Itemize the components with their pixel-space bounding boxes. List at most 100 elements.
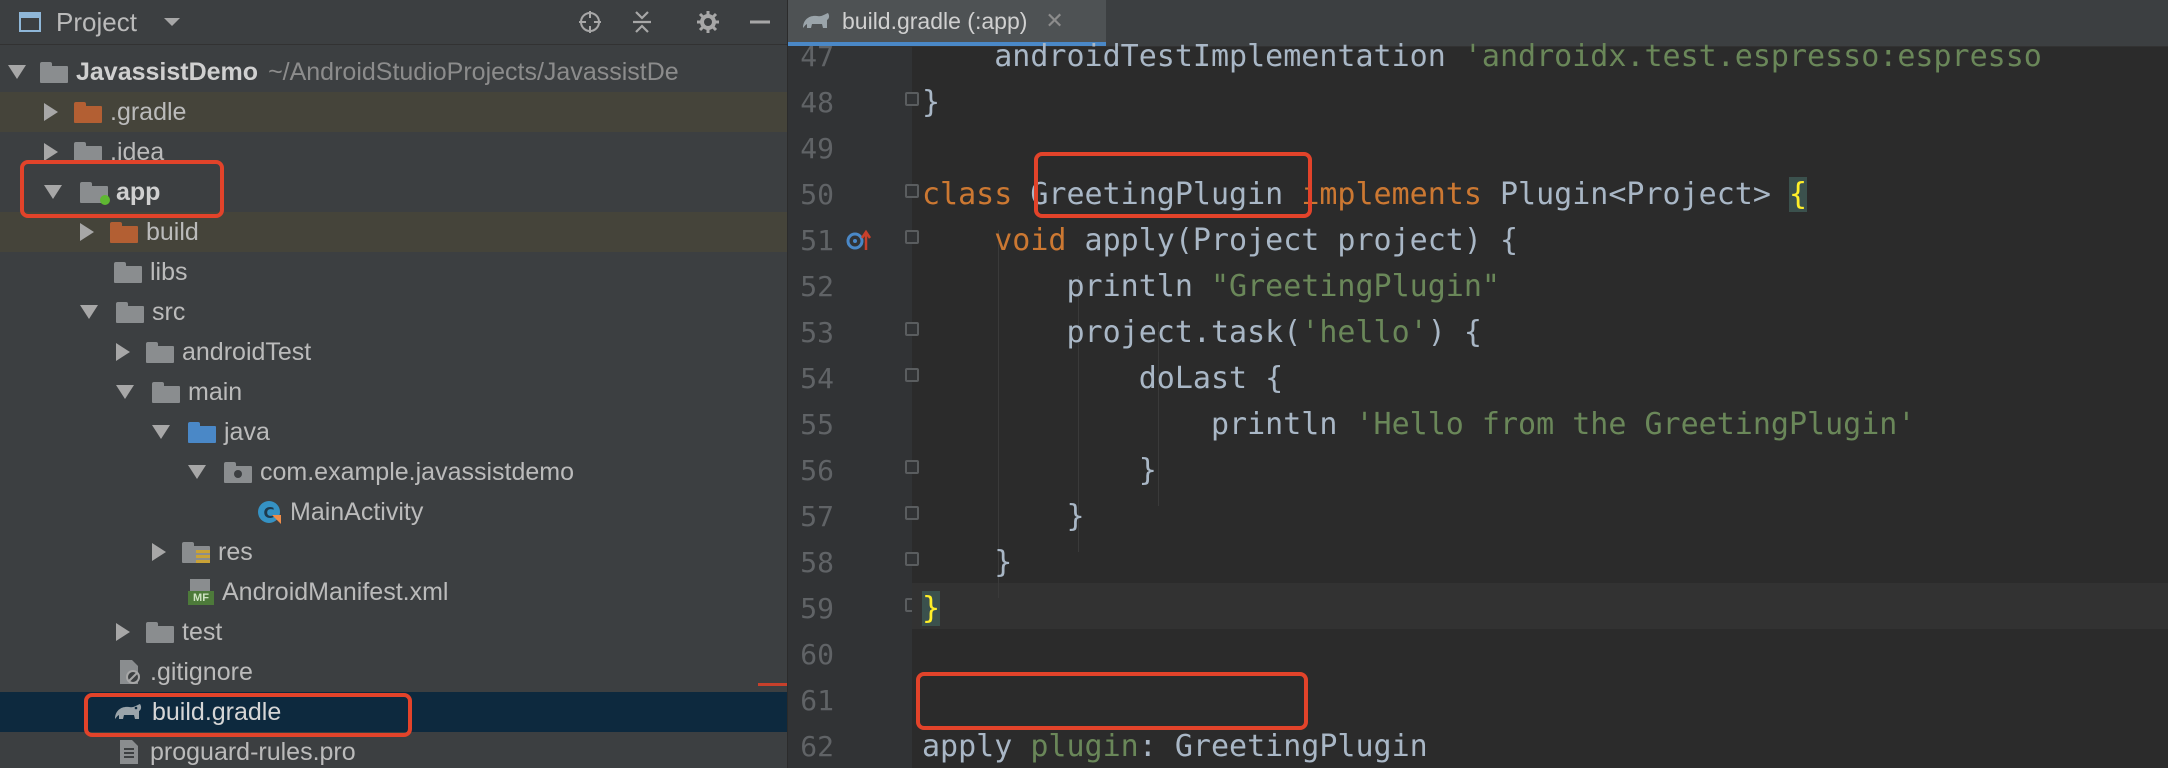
chevron-down-icon[interactable] xyxy=(44,185,62,199)
tree-item-package[interactable]: com.example.javassistdemo xyxy=(0,452,787,492)
ignore-file-icon xyxy=(120,660,140,684)
chevron-right-icon[interactable] xyxy=(116,623,130,641)
tree-item-libs-folder[interactable]: libs xyxy=(0,252,787,292)
code-line-52: println "GreetingPlugin" xyxy=(922,269,1500,304)
code-line-51: void apply(Project project) { xyxy=(922,223,1519,258)
line-number: 58 xyxy=(800,546,834,579)
chevron-right-icon[interactable] xyxy=(44,143,58,161)
kotlin-class-icon: C xyxy=(258,501,281,524)
code-line-59: } xyxy=(922,591,941,626)
line-number: 49 xyxy=(800,132,834,165)
tree-item-label: com.example.javassistdemo xyxy=(260,457,575,486)
minimize-icon[interactable] xyxy=(748,10,772,34)
chevron-right-icon[interactable] xyxy=(116,343,130,361)
tree-item-build-folder[interactable]: build xyxy=(0,212,787,252)
tree-item-label: androidTest xyxy=(182,337,312,366)
tree-item-label: java xyxy=(224,417,270,446)
chevron-right-icon[interactable] xyxy=(152,543,166,561)
chevron-right-icon[interactable] xyxy=(44,103,58,121)
chevron-down-icon[interactable] xyxy=(162,14,182,30)
tree-item-androidmanifest[interactable]: MF AndroidManifest.xml xyxy=(0,572,787,612)
tree-item-label: proguard-rules.pro xyxy=(150,737,356,766)
folder-icon xyxy=(152,381,180,403)
folder-icon xyxy=(116,301,144,323)
manifest-badge: MF xyxy=(188,591,214,605)
line-number: 47 xyxy=(800,40,834,73)
tree-item-res-folder[interactable]: res xyxy=(0,532,787,572)
folder-icon xyxy=(146,621,174,643)
code-line-48: } xyxy=(922,85,941,120)
tree-item-label: MainActivity xyxy=(290,497,424,526)
tree-item-test-folder[interactable]: test xyxy=(0,612,787,652)
line-number: 59 xyxy=(800,592,834,625)
tree-item-label: main xyxy=(188,377,243,406)
override-gutter-icon[interactable] xyxy=(846,228,874,254)
tree-item-build-gradle[interactable]: build.gradle xyxy=(0,692,787,732)
code-line-61: apply plugin: GreetingPlugin xyxy=(922,729,1428,764)
code-line-50: class GreetingPlugin implements Plugin<P… xyxy=(922,177,1808,212)
code-line-53: project.task('hello') { xyxy=(922,315,1482,350)
code-line-58: } xyxy=(922,545,1013,580)
collapse-all-icon[interactable] xyxy=(630,10,654,34)
tree-item-src-folder[interactable]: src xyxy=(0,292,787,332)
line-number-gutter: 47 48 49 50 51 52 53 54 55 56 57 58 59 6… xyxy=(788,40,919,768)
line-number: 48 xyxy=(800,86,834,119)
error-stripe-marker xyxy=(758,683,787,686)
code-line-56: } xyxy=(922,453,1157,488)
tree-item-java-folder[interactable]: java xyxy=(0,412,787,452)
svg-text:C: C xyxy=(263,504,274,522)
line-number: 50 xyxy=(800,178,834,211)
tree-item-label: .idea xyxy=(110,137,165,166)
tree-item-idea-folder[interactable]: .idea xyxy=(0,132,787,172)
close-icon[interactable]: ✕ xyxy=(1045,8,1063,34)
tree-item-gitignore[interactable]: .gitignore xyxy=(0,652,787,692)
line-number: 52 xyxy=(800,270,834,303)
folder-icon xyxy=(74,141,102,163)
tree-item-javassistdemo[interactable]: JavassistDemo ~/AndroidStudioProjects/Ja… xyxy=(0,52,787,92)
tree-item-label: test xyxy=(182,617,223,646)
line-number: 57 xyxy=(800,500,834,533)
tree-item-label: .gitignore xyxy=(150,657,253,686)
code-area[interactable]: androidTestImplementation 'androidx.test… xyxy=(912,39,2168,768)
tree-item-app[interactable]: app xyxy=(0,172,787,212)
project-panel-title[interactable]: Project xyxy=(56,7,137,37)
tree-item-androidtest-folder[interactable]: androidTest xyxy=(0,332,787,372)
tree-item-mainactivity[interactable]: C MainActivity xyxy=(0,492,787,532)
module-folder-icon xyxy=(40,61,68,83)
gradle-icon xyxy=(115,704,142,719)
package-icon xyxy=(224,461,252,483)
tree-item-label: .gradle xyxy=(110,97,187,126)
tree-item-label: JavassistDemo xyxy=(76,57,259,86)
chevron-down-icon[interactable] xyxy=(116,385,134,399)
code-editor: build.gradle (:app) ✕ 47 48 49 50 51 52 … xyxy=(788,0,2168,768)
tab-label: build.gradle (:app) xyxy=(842,7,1028,34)
locate-icon[interactable] xyxy=(578,10,602,34)
project-window-icon xyxy=(19,12,41,32)
tree-item-main-folder[interactable]: main xyxy=(0,372,787,412)
folder-icon xyxy=(114,261,142,283)
gradle-icon xyxy=(803,13,830,28)
gear-icon[interactable] xyxy=(696,10,720,34)
resources-folder-icon xyxy=(182,541,210,563)
code-line-54: doLast { xyxy=(922,361,1284,396)
module-folder-icon xyxy=(80,181,110,205)
folder-icon xyxy=(146,341,174,363)
chevron-down-icon[interactable] xyxy=(152,425,170,439)
code-line-55: println 'Hello from the GreetingPlugin' xyxy=(922,407,1916,442)
line-number: 62 xyxy=(800,730,834,763)
chevron-down-icon[interactable] xyxy=(8,65,26,79)
code-line-57: } xyxy=(922,499,1085,534)
project-tool-window: Project JavassistDemo ~/AndroidStudioPro… xyxy=(0,0,787,768)
manifest-file-icon: MF xyxy=(188,579,214,605)
project-path: ~/AndroidStudioProjects/JavassistDe xyxy=(268,57,679,86)
line-number: 61 xyxy=(800,684,834,717)
chevron-right-icon[interactable] xyxy=(80,223,94,241)
chevron-down-icon[interactable] xyxy=(80,305,98,319)
tree-item-proguard-rules[interactable]: proguard-rules.pro xyxy=(0,732,787,768)
text-file-icon xyxy=(120,740,138,764)
line-number: 56 xyxy=(800,454,834,487)
tree-item-gradle-folder[interactable]: .gradle xyxy=(0,92,787,132)
chevron-down-icon[interactable] xyxy=(188,465,206,479)
line-number: 53 xyxy=(800,316,834,349)
code-line-47: androidTestImplementation 'androidx.test… xyxy=(922,39,2042,74)
